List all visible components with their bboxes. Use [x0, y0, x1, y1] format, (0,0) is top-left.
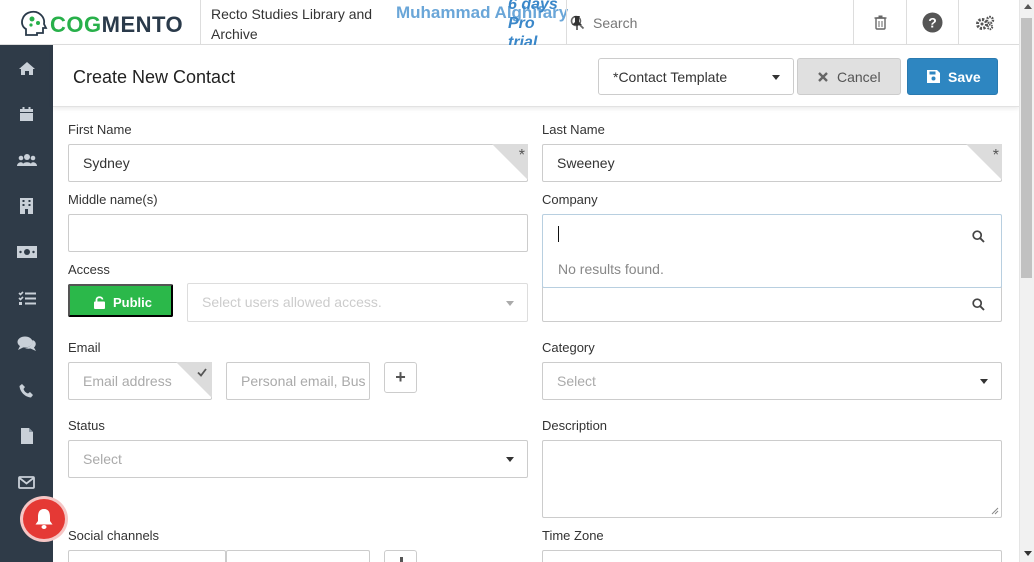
social-channels-label: Social channels — [68, 528, 160, 543]
bell-icon — [35, 509, 53, 529]
sidebar — [0, 45, 53, 562]
status-label: Status — [68, 418, 105, 433]
last-name-wrapper: * — [542, 144, 1002, 182]
phone-icon — [19, 383, 33, 397]
money-icon — [16, 246, 37, 258]
main-content: Create New Contact *Contact Template Can… — [53, 45, 1019, 562]
sidebar-item-calls[interactable] — [0, 367, 53, 413]
public-access-button[interactable]: Public — [68, 284, 173, 317]
gears-icon — [976, 15, 995, 30]
category-select[interactable]: Select — [542, 362, 1002, 400]
trash-button[interactable] — [855, 0, 907, 45]
cancel-button-label: Cancel — [837, 69, 881, 85]
access-users-select[interactable]: Select users allowed access. — [187, 283, 528, 322]
scroll-down-icon[interactable] — [1024, 551, 1032, 556]
first-name-wrapper: * — [68, 144, 528, 182]
scrollbar-thumb[interactable] — [1021, 18, 1032, 278]
page-title: Create New Contact — [73, 67, 236, 87]
sidebar-item-tasks[interactable] — [0, 275, 53, 321]
add-email-button[interactable]: + — [384, 362, 417, 393]
first-name-input[interactable] — [68, 144, 528, 182]
first-name-label: First Name — [68, 122, 132, 137]
add-social-channel-button[interactable] — [384, 550, 417, 562]
time-zone-select[interactable] — [542, 550, 1002, 562]
sidebar-item-documents[interactable] — [0, 413, 53, 459]
check-icon — [197, 368, 207, 377]
envelope-icon — [18, 475, 35, 489]
company-name: Recto Studies Library and Archive — [211, 6, 373, 42]
company-select[interactable] — [542, 284, 1002, 322]
sidebar-item-home[interactable] — [0, 45, 53, 91]
svg-text:?: ? — [928, 15, 937, 31]
company-search-dropdown: No results found. — [542, 214, 1002, 288]
trash-icon — [874, 15, 887, 30]
company-label: Company — [542, 192, 598, 207]
search-bar[interactable] — [566, 0, 854, 45]
close-icon — [818, 72, 828, 82]
social-channel-type-select[interactable] — [68, 550, 226, 562]
pin-icon[interactable] — [570, 15, 584, 31]
chat-icon — [17, 336, 36, 351]
required-star-icon: * — [518, 147, 525, 164]
company-search-input[interactable] — [543, 215, 943, 253]
chevron-down-icon — [506, 301, 514, 306]
save-button-label: Save — [948, 69, 981, 85]
document-icon — [20, 428, 33, 444]
sidebar-item-deals[interactable] — [0, 229, 53, 275]
social-channel-input[interactable] — [226, 550, 370, 562]
page-header: Create New Contact *Contact Template Can… — [53, 45, 1019, 107]
time-zone-label: Time Zone — [542, 528, 604, 543]
description-label: Description — [542, 418, 608, 433]
floppy-disk-icon — [927, 70, 940, 83]
logo-text: COGMENTO — [50, 12, 184, 37]
required-star-icon: * — [992, 147, 999, 164]
search-icon — [972, 298, 985, 311]
save-button[interactable]: Save — [907, 58, 998, 95]
middle-name-label: Middle name(s) — [68, 192, 158, 207]
description-textarea[interactable] — [542, 440, 1002, 518]
category-label: Category — [542, 340, 595, 355]
no-results-text: No results found. — [558, 261, 664, 277]
access-users-placeholder: Select users allowed access. — [202, 294, 382, 310]
calendar-icon — [20, 107, 33, 121]
email-label: Email — [68, 340, 101, 355]
help-icon: ? — [922, 12, 943, 33]
home-icon — [18, 61, 35, 75]
chevron-down-icon — [506, 457, 514, 462]
search-icon — [972, 230, 985, 243]
top-bar: COGMENTO Recto Studies Library and Archi… — [0, 0, 1034, 51]
sidebar-item-chat[interactable] — [0, 321, 53, 367]
unlock-icon — [94, 296, 105, 309]
sidebar-item-contacts[interactable] — [0, 137, 53, 183]
users-icon — [16, 154, 37, 166]
app-logo[interactable]: COGMENTO — [0, 0, 201, 45]
logo-head-icon — [21, 10, 48, 36]
template-select[interactable]: *Contact Template — [598, 58, 794, 95]
chevron-down-icon — [772, 75, 780, 80]
sidebar-item-companies[interactable] — [0, 183, 53, 229]
building-icon — [20, 198, 33, 214]
access-label: Access — [68, 262, 110, 277]
plus-icon — [400, 557, 403, 562]
settings-button[interactable] — [959, 0, 1011, 45]
scroll-up-icon[interactable] — [1024, 4, 1032, 9]
notification-bell-button[interactable] — [20, 496, 68, 542]
status-placeholder: Select — [83, 451, 122, 467]
chevron-down-icon — [980, 379, 988, 384]
search-input[interactable] — [593, 12, 813, 34]
last-name-label: Last Name — [542, 122, 605, 137]
email-field-wrapper — [68, 362, 212, 400]
email-type-input[interactable] — [226, 362, 370, 400]
template-select-value: *Contact Template — [613, 69, 728, 85]
category-placeholder: Select — [557, 373, 596, 389]
tasks-icon — [17, 290, 36, 305]
help-button[interactable]: ? — [907, 0, 959, 45]
cancel-button[interactable]: Cancel — [797, 58, 901, 95]
resize-handle-icon — [991, 507, 999, 515]
status-select[interactable]: Select — [68, 440, 528, 478]
middle-name-input[interactable] — [68, 214, 528, 252]
public-access-label: Public — [113, 295, 153, 310]
last-name-input[interactable] — [542, 144, 1002, 182]
sidebar-item-calendar[interactable] — [0, 91, 53, 137]
